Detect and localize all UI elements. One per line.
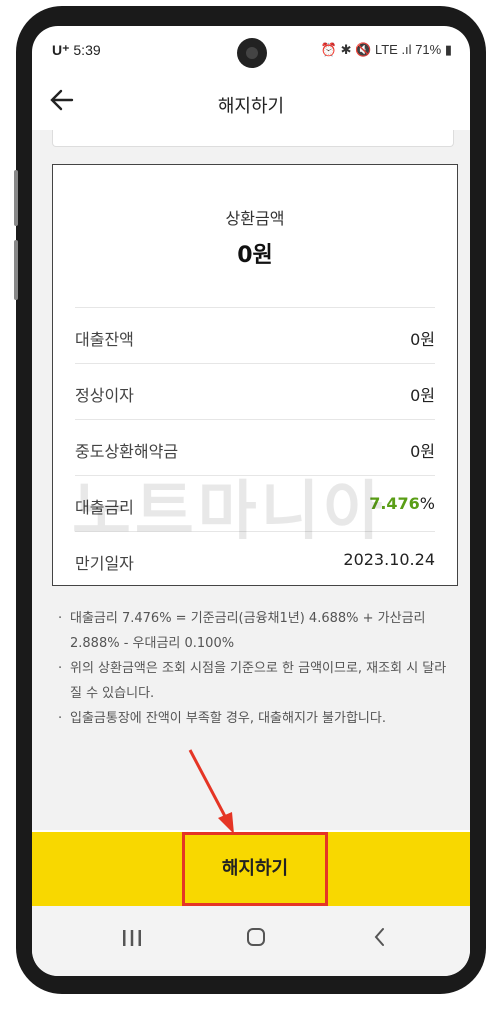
- nav-back-button[interactable]: [360, 922, 400, 958]
- notice-item: · 위의 상환금액은 조회 시점을 기준으로 한 금액이므로, 재조회 시 달라질…: [58, 656, 458, 706]
- battery-level: 71%: [415, 42, 442, 57]
- page-title: 해지하기: [217, 96, 285, 117]
- bixby-button: [14, 240, 18, 300]
- recents-icon: [123, 930, 141, 946]
- annotation-arrow-icon: [188, 749, 234, 834]
- row-loan-balance: 대출잔액 0원: [75, 307, 435, 364]
- notice-text: 입출금통장에 잔액이 부족할 경우, 대출해지가 불가합니다.: [70, 711, 386, 726]
- cta-bar: 해지하기: [32, 832, 470, 906]
- home-icon: [247, 928, 265, 946]
- status-right: ⏰ ✱ 🔇 LTE .ıl 71% ▮: [321, 42, 452, 58]
- rate-unit: %: [419, 494, 435, 513]
- previous-card-edge: [52, 130, 454, 147]
- row-value: 0원: [410, 330, 435, 349]
- row-value: 0원: [410, 442, 435, 461]
- row-label: 중도상환해약금: [75, 442, 179, 461]
- row-label: 대출잔액: [75, 330, 134, 349]
- volume-button: [14, 170, 18, 226]
- repay-amount-label: 상환금액: [225, 209, 285, 228]
- row-normal-interest: 정상이자 0원: [75, 363, 435, 420]
- content-area: 상환금액 0원 대출잔액 0원 정상이자 0원 중도상환해약금 0원 대출금리 …: [32, 130, 470, 830]
- recents-button[interactable]: [112, 922, 152, 958]
- row-label: 정상이자: [75, 386, 134, 405]
- camera-cutout: [237, 38, 267, 68]
- notice-text: 위의 상환금액은 조회 시점을 기준으로 한 금액이므로, 재조회 시 달라질 …: [70, 661, 447, 701]
- repay-amount-value: 0원: [237, 243, 273, 268]
- terminate-button[interactable]: 해지하기: [182, 832, 328, 906]
- row-value: 0원: [410, 386, 435, 405]
- battery-icon: ▮: [444, 42, 452, 57]
- notice-item: · 대출금리 7.476% = 기준금리(금융채1년) 4.688% + 가산금리…: [58, 606, 458, 656]
- row-label: 만기일자: [75, 554, 134, 573]
- screen: U⁺ 5:39 ⏰ ✱ 🔇 LTE .ıl 71% ▮ 해지하기 상환금액 0원…: [32, 26, 470, 976]
- status-bar: U⁺ 5:39 ⏰ ✱ 🔇 LTE .ıl 71% ▮: [32, 26, 470, 80]
- status-left: U⁺ 5:39: [52, 42, 101, 59]
- clock: 5:39: [73, 42, 101, 58]
- status-icons: ⏰ ✱ 🔇 LTE .ıl: [320, 42, 412, 57]
- watermark: 노트마니아: [72, 475, 387, 549]
- row-value: 2023.10.24: [343, 550, 435, 569]
- notice-text: 대출금리 7.476% = 기준금리(금융채1년) 4.688% + 가산금리 …: [70, 611, 426, 651]
- back-chevron-icon: [374, 928, 384, 946]
- system-nav-bar: [32, 906, 470, 976]
- notice-list: · 대출금리 7.476% = 기준금리(금융채1년) 4.688% + 가산금리…: [58, 606, 458, 731]
- app-header: 해지하기: [32, 80, 470, 130]
- home-button[interactable]: [236, 922, 276, 958]
- notice-item: · 입출금통장에 잔액이 부족할 경우, 대출해지가 불가합니다.: [58, 706, 458, 731]
- carrier: U⁺: [52, 42, 70, 58]
